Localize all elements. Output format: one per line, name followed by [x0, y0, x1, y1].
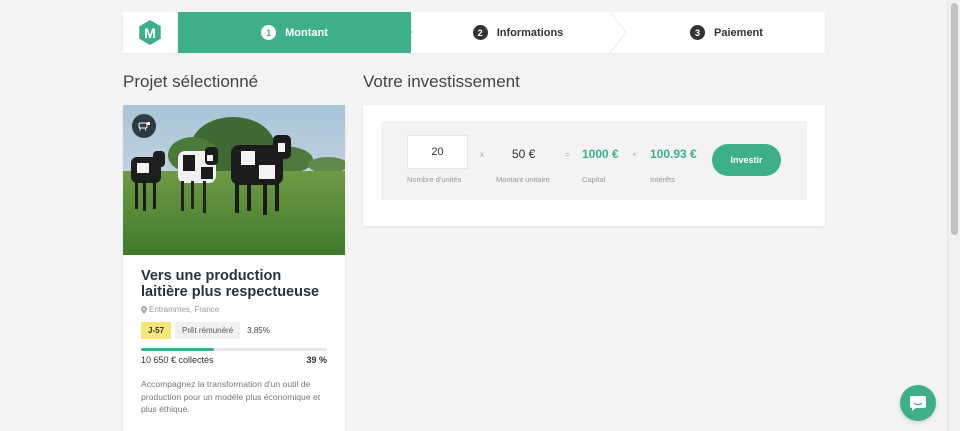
interest-label: Intérêts	[650, 175, 676, 184]
step-montant[interactable]: 1 Montant	[178, 12, 411, 53]
investment-calculator: Nombre d'unités x 50 € Montant unitaire …	[381, 121, 807, 200]
days-left-badge: J-57	[141, 322, 172, 339]
equals-operator: =	[565, 150, 570, 159]
project-description: Accompagnez la transformation d'un outil…	[141, 379, 321, 414]
capital-value: 1000 €	[582, 147, 619, 161]
capital-label: Capital	[582, 175, 606, 184]
location-text: Entrammes, France	[149, 305, 220, 314]
map-pin-icon	[141, 305, 147, 314]
step-label: Paiement	[714, 26, 763, 39]
step-number: 1	[261, 25, 277, 40]
page-scrollbar[interactable]	[947, 0, 960, 431]
checkout-stepper: M 1 Montant 2 Informations 3 Paiement	[123, 12, 825, 53]
collected-amount: 10 650 € collectés	[141, 355, 214, 365]
step-informations[interactable]: 2 Informations	[413, 12, 623, 53]
project-tags: J-57 Prêt rémunéré 3,85%	[141, 322, 327, 339]
chat-icon	[910, 396, 926, 411]
times-operator: x	[480, 150, 484, 159]
project-card[interactable]: Vers une production laitière plus respec…	[123, 105, 345, 431]
investment-panel: Nombre d'unités x 50 € Montant unitaire …	[363, 105, 825, 226]
step-label: Montant	[285, 26, 328, 39]
interest-value: 100.93 €	[650, 147, 697, 161]
step-label: Informations	[496, 26, 564, 39]
project-location: Entrammes, France	[141, 305, 327, 314]
scrollbar-thumb[interactable]	[951, 3, 958, 235]
funding-percent: 39 %	[306, 355, 327, 365]
project-title[interactable]: Vers une production laitière plus respec…	[141, 268, 327, 300]
plus-operator: +	[632, 150, 637, 159]
step-number: 2	[472, 25, 488, 40]
selected-project-heading: Projet sélectionné	[123, 72, 259, 91]
cows-in-field-image	[123, 105, 345, 255]
cow-icon	[132, 114, 156, 138]
brand-logo[interactable]: M	[123, 12, 178, 53]
step-number: 3	[690, 25, 706, 40]
funding-progress-fill	[141, 348, 214, 351]
units-label: Nombre d'unités	[407, 175, 462, 184]
units-input[interactable]	[407, 135, 468, 169]
project-photo	[123, 105, 345, 255]
unit-price-value: 50 €	[512, 147, 536, 161]
invest-button[interactable]: Investir	[712, 144, 781, 176]
funding-progress-bar	[141, 348, 327, 351]
chat-widget-button[interactable]	[900, 385, 936, 421]
step-paiement[interactable]: 3 Paiement	[628, 12, 825, 53]
active-step-arrow	[393, 12, 412, 52]
step-separator-icon	[609, 12, 627, 53]
interest-rate: 3,85%	[247, 326, 270, 335]
unit-price-label: Montant unitaire	[496, 175, 550, 184]
investment-heading: Votre investissement	[363, 72, 520, 91]
funding-summary: 10 650 € collectés 39 %	[141, 355, 327, 365]
logo-badge: M	[139, 20, 161, 45]
loan-type-badge: Prêt rémunéré	[175, 322, 241, 339]
